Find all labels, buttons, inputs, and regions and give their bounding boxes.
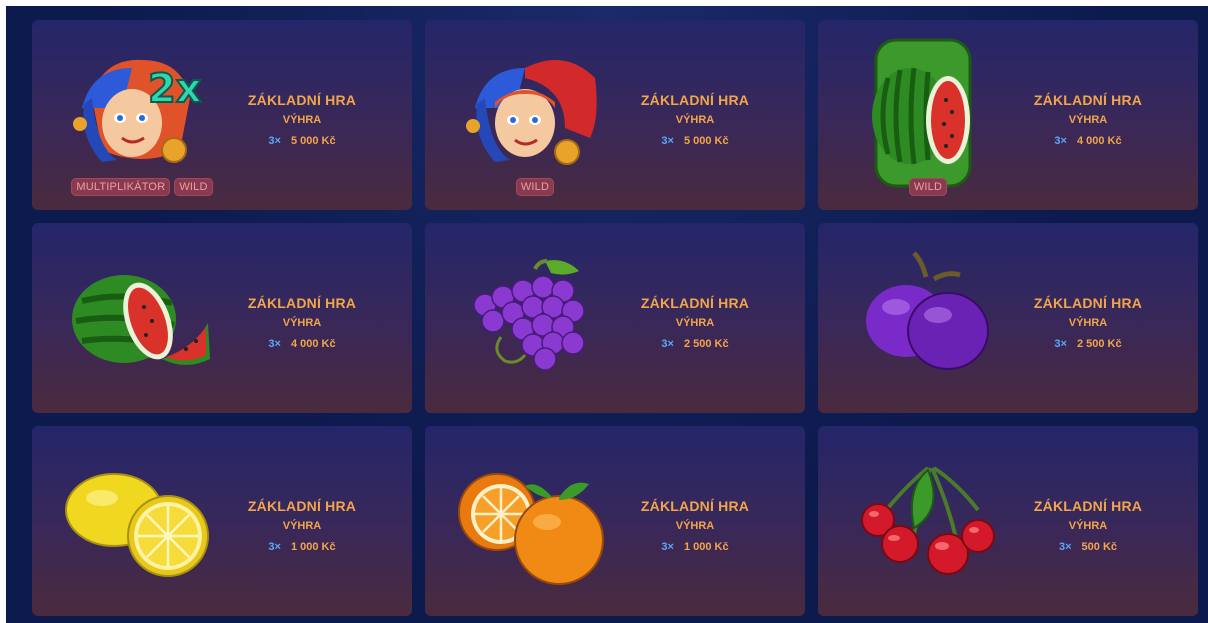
payout-row: 3× 2 500 Kč xyxy=(615,338,775,350)
payout-multiplier: 3× xyxy=(1054,338,1067,350)
card-info: ZÁKLADNÍ HRA VÝHRA 3× 4 000 Kč xyxy=(222,295,382,350)
payout-amount: 2 500 Kč xyxy=(1076,338,1122,350)
payout-multiplier: 3× xyxy=(1054,135,1067,147)
plum-icon xyxy=(848,241,998,401)
payout-multiplier: 3× xyxy=(661,135,674,147)
symbol-card-jester[interactable]: WILD ZÁKLADNÍ HRA VÝHRA 3× 5 000 Kč xyxy=(425,20,805,210)
card-title: ZÁKLADNÍ HRA xyxy=(247,498,357,514)
card-subtitle: VÝHRA xyxy=(675,114,715,126)
payout-multiplier: 3× xyxy=(661,541,674,553)
paytable-panel: 2x MULTIPLIKÁTOR WILD ZÁKLADNÍ HRA VÝHRA… xyxy=(6,6,1208,623)
symbol-card-orange[interactable]: ZÁKLADNÍ HRA VÝHRA 3× 1 000 Kč xyxy=(425,426,805,616)
payout-row: 3× 1 000 Kč xyxy=(615,541,775,553)
card-info: ZÁKLADNÍ HRA VÝHRA 3× 1 000 Kč xyxy=(615,498,775,553)
symbol-card-jester-multiplier[interactable]: 2x MULTIPLIKÁTOR WILD ZÁKLADNÍ HRA VÝHRA… xyxy=(32,20,412,210)
card-subtitle: VÝHRA xyxy=(282,520,322,532)
cherry-icon xyxy=(848,444,998,604)
card-title: ZÁKLADNÍ HRA xyxy=(247,295,357,311)
card-subtitle: VÝHRA xyxy=(1068,114,1108,126)
card-title: ZÁKLADNÍ HRA xyxy=(1033,92,1143,108)
card-info: ZÁKLADNÍ HRA VÝHRA 3× 1 000 Kč xyxy=(222,498,382,553)
svg-text:2x: 2x xyxy=(148,66,202,112)
card-subtitle: VÝHRA xyxy=(675,317,715,329)
payout-amount: 5 000 Kč xyxy=(290,135,336,147)
payout-amount: 1 000 Kč xyxy=(290,541,336,553)
payout-amount: 4 000 Kč xyxy=(1076,135,1122,147)
card-info: ZÁKLADNÍ HRA VÝHRA 3× 2 500 Kč xyxy=(1008,295,1168,350)
orange-icon xyxy=(455,444,605,604)
card-subtitle: VÝHRA xyxy=(1068,520,1108,532)
payout-amount: 500 Kč xyxy=(1081,541,1118,553)
payout-multiplier: 3× xyxy=(1058,541,1072,553)
card-title: ZÁKLADNÍ HRA xyxy=(640,295,750,311)
grapes-icon xyxy=(455,241,605,401)
payout-amount: 4 000 Kč xyxy=(290,338,336,350)
card-title: ZÁKLADNÍ HRA xyxy=(1033,295,1143,311)
card-title: ZÁKLADNÍ HRA xyxy=(1033,498,1143,514)
symbol-card-grapes[interactable]: ZÁKLADNÍ HRA VÝHRA 3× 2 500 Kč xyxy=(425,223,805,413)
symbol-card-watermelon[interactable]: ZÁKLADNÍ HRA VÝHRA 3× 4 000 Kč xyxy=(32,223,412,413)
payout-row: 3× 5 000 Kč xyxy=(222,135,382,147)
lemon-icon xyxy=(62,444,212,604)
payout-amount: 5 000 Kč xyxy=(683,135,729,147)
card-info: ZÁKLADNÍ HRA VÝHRA 3× 2 500 Kč xyxy=(615,295,775,350)
paytable-grid: 2x MULTIPLIKÁTOR WILD ZÁKLADNÍ HRA VÝHRA… xyxy=(32,20,1198,616)
watermelon-icon xyxy=(62,241,212,401)
wild-tag: WILD xyxy=(174,178,213,196)
card-title: ZÁKLADNÍ HRA xyxy=(640,498,750,514)
payout-row: 3× 4 000 Kč xyxy=(1008,135,1168,147)
payout-row: 3× 1 000 Kč xyxy=(222,541,382,553)
payout-multiplier: 3× xyxy=(268,541,281,553)
card-title: ZÁKLADNÍ HRA xyxy=(640,92,750,108)
payout-amount: 2 500 Kč xyxy=(683,338,729,350)
payout-multiplier: 3× xyxy=(268,338,281,350)
payout-multiplier: 3× xyxy=(661,338,674,350)
symbol-card-watermelon-wild[interactable]: WILD ZÁKLADNÍ HRA VÝHRA 3× 4 000 Kč xyxy=(818,20,1198,210)
tag-list: WILD xyxy=(461,178,609,196)
multiplier-tag: MULTIPLIKÁTOR xyxy=(71,178,171,196)
card-subtitle: VÝHRA xyxy=(282,317,322,329)
tag-list: WILD xyxy=(854,178,1002,196)
payout-multiplier: 3× xyxy=(268,135,281,147)
card-subtitle: VÝHRA xyxy=(675,520,715,532)
payout-amount: 1 000 Kč xyxy=(683,541,729,553)
symbol-card-cherry[interactable]: ZÁKLADNÍ HRA VÝHRA 3× 500 Kč xyxy=(818,426,1198,616)
card-title: ZÁKLADNÍ HRA xyxy=(247,92,357,108)
card-info: ZÁKLADNÍ HRA VÝHRA 3× 5 000 Kč xyxy=(615,92,775,147)
card-info: ZÁKLADNÍ HRA VÝHRA 3× 4 000 Kč xyxy=(1008,92,1168,147)
symbol-card-lemon[interactable]: ZÁKLADNÍ HRA VÝHRA 3× 1 000 Kč xyxy=(32,426,412,616)
card-info: ZÁKLADNÍ HRA VÝHRA 3× 5 000 Kč xyxy=(222,92,382,147)
card-info: ZÁKLADNÍ HRA VÝHRA 3× 500 Kč xyxy=(1008,498,1168,553)
wild-tag: WILD xyxy=(515,178,555,196)
jester-icon xyxy=(455,38,605,198)
payout-row: 3× 500 Kč xyxy=(1008,541,1168,553)
watermelon-wild-icon xyxy=(848,38,998,198)
payout-row: 3× 5 000 Kč xyxy=(615,135,775,147)
card-subtitle: VÝHRA xyxy=(282,114,322,126)
wild-tag: WILD xyxy=(908,178,948,196)
symbol-card-plum[interactable]: ZÁKLADNÍ HRA VÝHRA 3× 2 500 Kč xyxy=(818,223,1198,413)
card-subtitle: VÝHRA xyxy=(1068,317,1108,329)
jester-2x-icon: 2x xyxy=(62,38,212,198)
payout-row: 3× 2 500 Kč xyxy=(1008,338,1168,350)
payout-row: 3× 4 000 Kč xyxy=(222,338,382,350)
tag-list: MULTIPLIKÁTOR WILD xyxy=(68,178,216,196)
